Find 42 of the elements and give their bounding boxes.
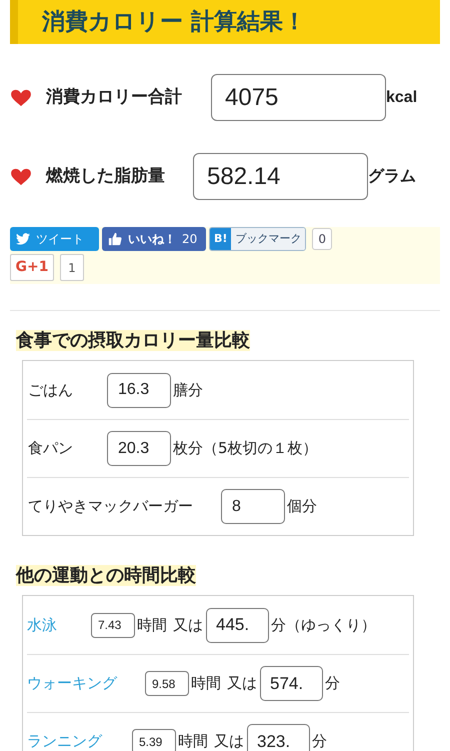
minutes-field[interactable]: 445. [206, 608, 269, 642]
or-label: 又は [214, 731, 244, 751]
value-field[interactable]: 16.3 [107, 372, 171, 408]
hours-unit: 時間 [191, 673, 221, 694]
heart-icon [10, 168, 32, 186]
hours-field[interactable]: 7.43 [91, 612, 135, 638]
result-field[interactable]: 4075 [211, 74, 386, 121]
minutes-unit: 分（ゆっくり） [271, 614, 376, 636]
food-label: ごはん [27, 380, 74, 401]
plus-one-count: 1 [60, 254, 84, 281]
value-field[interactable]: 20.3 [107, 431, 171, 466]
hours-unit: 時間 [178, 731, 208, 751]
unit-label: 枚分（5枚切の１枚） [173, 438, 318, 460]
unit-label: 個分 [287, 496, 317, 518]
or-label: 又は [173, 614, 203, 636]
plus-one-button[interactable]: G+1 [10, 254, 54, 281]
or-label: 又は [227, 673, 257, 694]
minutes-unit: 分 [312, 731, 327, 751]
minutes-unit: 分 [325, 673, 340, 694]
bird-icon [16, 233, 30, 245]
result-label: 燃焼した脂肪量 [46, 164, 166, 188]
thumbs-up-icon [108, 232, 122, 246]
result-label: 消費カロリー合計 [46, 86, 183, 109]
minutes-field[interactable]: 574. [260, 666, 323, 701]
hours-field[interactable]: 5.39 [132, 729, 176, 751]
unit-label: 膳分 [173, 380, 203, 401]
food-label: 食パン [27, 438, 74, 460]
food-label: てりやきマックバーガー [27, 496, 193, 518]
hours-field[interactable]: 9.58 [145, 671, 189, 696]
value-field[interactable]: 8 [221, 489, 285, 524]
unit-label: kcal [386, 88, 418, 108]
section-heading: 他の運動との時間比較 [16, 565, 196, 586]
bookmark-button[interactable]: B! ブックマーク [209, 227, 306, 251]
page-title: 消費カロリー 計算結果！ [42, 8, 306, 37]
unit-label: グラム [368, 166, 416, 186]
result-field[interactable]: 582.14 [193, 153, 368, 200]
bookmark-count: 0 [312, 228, 332, 250]
section-heading: 食事での摂取カロリー量比較 [16, 330, 250, 351]
hours-unit: 時間 [137, 614, 167, 636]
heart-icon [10, 88, 32, 106]
like-button[interactable]: いいね！ 20 [102, 227, 206, 251]
minutes-field[interactable]: 323. [247, 724, 310, 751]
